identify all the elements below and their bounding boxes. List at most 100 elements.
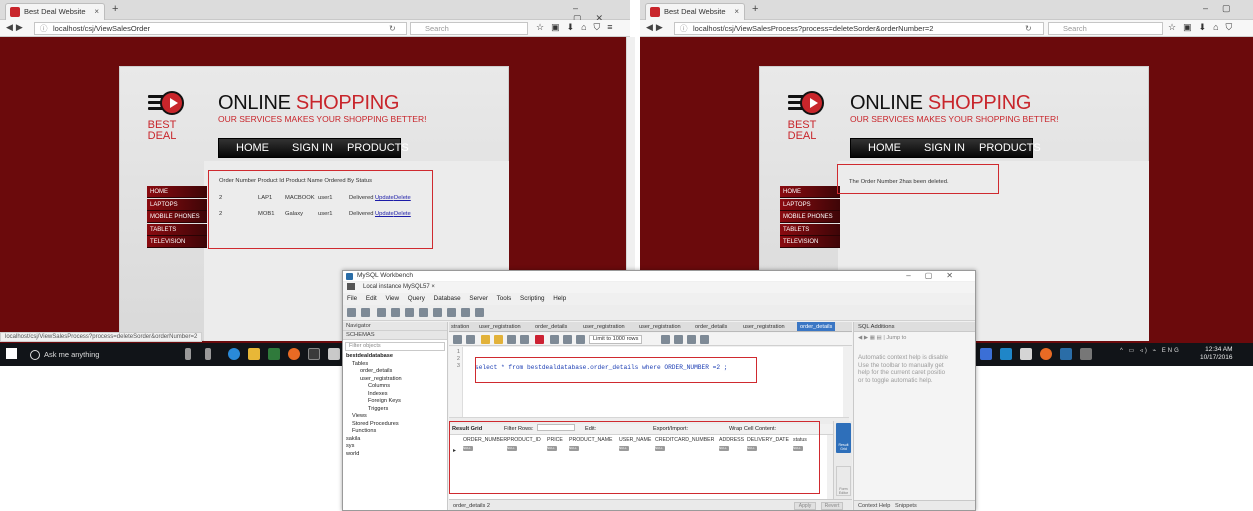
url-bar[interactable]: ⓘ localhost/csj/ViewSalesOrder ↻ bbox=[34, 22, 407, 35]
sql-tab[interactable]: user_registration bbox=[743, 322, 785, 331]
tree-item[interactable]: Tables bbox=[343, 361, 447, 369]
tab-context-help[interactable]: Context Help bbox=[858, 503, 890, 509]
execute-icon[interactable] bbox=[481, 335, 490, 344]
sidenav-television[interactable]: TELEVISION bbox=[780, 236, 840, 248]
workbench-icon[interactable] bbox=[1060, 348, 1072, 360]
create-function-icon[interactable] bbox=[447, 308, 456, 317]
delete-link[interactable]: Delete bbox=[394, 211, 411, 217]
save-icon[interactable] bbox=[466, 335, 475, 344]
back-forward-icon[interactable]: ◀▶ bbox=[646, 22, 666, 33]
result-grid-button[interactable]: Result Grid bbox=[836, 423, 851, 453]
microphone-icon[interactable] bbox=[185, 348, 191, 360]
app-icon[interactable] bbox=[980, 348, 992, 360]
firefox-icon[interactable] bbox=[288, 348, 300, 360]
sql-tab-active[interactable]: order_details bbox=[797, 322, 836, 331]
browser-tab[interactable]: Best Deal Website × bbox=[645, 3, 745, 20]
toolbar-icons[interactable]: ☆▣⬇⌂⛉ bbox=[1168, 22, 1239, 33]
workbench-menu[interactable]: File Edit View Query Database Server Too… bbox=[343, 294, 975, 304]
sidenav-laptops[interactable]: LAPTOPS bbox=[147, 198, 207, 211]
menu-home[interactable]: HOME bbox=[236, 142, 269, 154]
tree-item[interactable]: bestdealdatabase bbox=[343, 353, 447, 361]
reload-icon[interactable]: ↻ bbox=[389, 23, 396, 34]
sql-tab[interactable]: user_registration bbox=[583, 322, 625, 331]
browser-tab[interactable]: Best Deal Website × bbox=[5, 3, 105, 20]
window-controls[interactable]: –▢ bbox=[1203, 3, 1245, 14]
create-view-icon[interactable] bbox=[419, 308, 428, 317]
update-link[interactable]: Update bbox=[375, 195, 394, 201]
apply-button[interactable]: Apply bbox=[794, 502, 816, 510]
sql-tab[interactable]: stration bbox=[451, 322, 469, 331]
tree-item[interactable]: sakila bbox=[343, 436, 447, 444]
menu-home[interactable]: HOME bbox=[868, 142, 901, 154]
stop-icon[interactable] bbox=[520, 335, 529, 344]
clock[interactable]: 12:34 AM 10/17/2016 bbox=[1200, 346, 1233, 362]
new-query-icon[interactable] bbox=[347, 308, 356, 317]
inspect-icon[interactable] bbox=[377, 308, 386, 317]
close-tab-icon[interactable]: × bbox=[734, 4, 739, 19]
explain-icon[interactable] bbox=[507, 335, 516, 344]
toggle-error-icon[interactable] bbox=[535, 335, 544, 344]
task-view-icon[interactable] bbox=[205, 348, 211, 360]
file-explorer-icon[interactable] bbox=[248, 348, 260, 360]
search-input[interactable]: Search bbox=[410, 22, 528, 35]
search-input[interactable]: Search bbox=[1048, 22, 1163, 35]
tab-snippets[interactable]: Snippets bbox=[895, 503, 917, 509]
sql-tab[interactable]: order_details bbox=[535, 322, 567, 331]
menu-sign-in[interactable]: SIGN IN bbox=[292, 142, 333, 154]
find-icon[interactable] bbox=[674, 335, 683, 344]
search-table-icon[interactable] bbox=[461, 308, 470, 317]
sidenav-tablets[interactable]: TABLETS bbox=[780, 223, 840, 236]
create-table-icon[interactable] bbox=[405, 308, 414, 317]
rollback-icon[interactable] bbox=[563, 335, 572, 344]
app-icon[interactable] bbox=[1020, 348, 1032, 360]
firefox-icon[interactable] bbox=[1040, 348, 1052, 360]
create-procedure-icon[interactable] bbox=[433, 308, 442, 317]
window-controls[interactable]: –▢✕ bbox=[906, 271, 967, 281]
execute-current-icon[interactable] bbox=[494, 335, 503, 344]
tree-item[interactable]: Stored Procedures bbox=[343, 421, 447, 429]
app-icon[interactable] bbox=[1000, 348, 1012, 360]
reload-icon[interactable]: ↻ bbox=[1025, 23, 1032, 34]
tree-item[interactable]: Functions bbox=[343, 428, 447, 436]
sidenav-television[interactable]: TELEVISION bbox=[147, 236, 207, 248]
new-tab-icon[interactable]: + bbox=[752, 3, 758, 15]
app-icon[interactable] bbox=[1080, 348, 1092, 360]
delete-link[interactable]: Delete bbox=[394, 195, 411, 201]
sql-tab[interactable]: order_details bbox=[695, 322, 727, 331]
sidenav-home[interactable]: HOME bbox=[780, 186, 840, 198]
url-bar[interactable]: ⓘ localhost/csj/ViewSalesProcess?process… bbox=[674, 22, 1044, 35]
edge-icon[interactable] bbox=[228, 348, 240, 360]
tree-item[interactable]: order_details bbox=[343, 368, 447, 376]
open-file-icon[interactable] bbox=[453, 335, 462, 344]
tree-item[interactable]: sys bbox=[343, 443, 447, 451]
tree-item[interactable]: Foreign Keys bbox=[343, 398, 447, 406]
new-tab-icon[interactable]: + bbox=[112, 3, 118, 15]
sidenav-laptops[interactable]: LAPTOPS bbox=[780, 198, 840, 211]
tree-item[interactable]: Triggers bbox=[343, 406, 447, 414]
windows-start-icon[interactable] bbox=[6, 348, 17, 359]
open-script-icon[interactable] bbox=[361, 308, 370, 317]
connection-tab[interactable]: Local instance MySQL57 × bbox=[343, 282, 975, 293]
revert-button[interactable]: Revert bbox=[821, 502, 843, 510]
home-icon[interactable] bbox=[347, 282, 355, 290]
system-tray[interactable]: ^ ▭ ◃) ⌁ ENG bbox=[1120, 347, 1181, 354]
form-editor-button[interactable]: Form Editor bbox=[836, 466, 851, 496]
taskbar-search[interactable]: Ask me anything bbox=[30, 346, 190, 363]
tree-item[interactable]: user_registration bbox=[343, 376, 447, 384]
sidenav-mobile-phones[interactable]: MOBILE PHONES bbox=[147, 211, 207, 223]
filter-objects-input[interactable]: Filter objects bbox=[345, 342, 445, 351]
reconnect-icon[interactable] bbox=[475, 308, 484, 317]
sql-tab[interactable]: user_registration bbox=[639, 322, 681, 331]
back-forward-icon[interactable]: ◀▶ bbox=[6, 22, 26, 33]
result-tab[interactable]: order_details 2 bbox=[453, 503, 490, 509]
sidenav-mobile-phones[interactable]: MOBILE PHONES bbox=[780, 211, 840, 223]
wrap-icon[interactable] bbox=[700, 335, 709, 344]
close-tab-icon[interactable]: × bbox=[94, 4, 99, 19]
create-schema-icon[interactable] bbox=[391, 308, 400, 317]
menu-products[interactable]: PRODUCTS bbox=[347, 142, 409, 154]
limit-rows-select[interactable]: Limit to 1000 rows bbox=[589, 335, 643, 344]
jump-to-select[interactable]: Jump to bbox=[886, 335, 906, 341]
app-icon[interactable] bbox=[308, 348, 320, 360]
commit-icon[interactable] bbox=[550, 335, 559, 344]
update-link[interactable]: Update bbox=[375, 211, 394, 217]
